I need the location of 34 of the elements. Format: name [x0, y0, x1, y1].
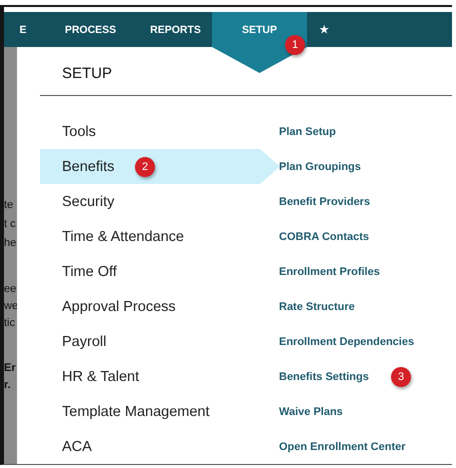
menu-category[interactable]: Template Management [40, 394, 260, 429]
nav-tab[interactable]: PROCESS [42, 12, 139, 47]
submenu-link[interactable]: Benefit Providers [279, 196, 370, 208]
menu-category[interactable]: Time Off [40, 254, 260, 289]
text-fragment: ee [4, 282, 17, 297]
step-badge: 3 [391, 367, 411, 387]
menu-category[interactable]: HR & Talent [40, 359, 260, 394]
tab-pointer-icon [212, 47, 307, 73]
menu-category[interactable]: Security [40, 184, 260, 219]
text-fragment: te [4, 198, 14, 213]
menu-category[interactable]: Payroll [40, 324, 260, 359]
menu-category[interactable]: Approval Process [40, 289, 260, 324]
menu-category[interactable]: Tools [40, 114, 260, 149]
menu-category[interactable]: Time & Attendance [40, 219, 260, 254]
selection-arrow-icon [260, 149, 280, 184]
submenu-link[interactable]: Enrollment Dependencies [279, 336, 414, 348]
nav-tab[interactable]: E [4, 12, 42, 47]
nav-tab[interactable]: ★ [307, 12, 342, 47]
submenu-link[interactable]: Plan Groupings [279, 160, 361, 172]
submenu-link[interactable]: Rate Structure [279, 300, 355, 312]
submenu-link[interactable]: Waive Plans [279, 406, 343, 418]
text-fragment: Er [4, 361, 17, 376]
submenu-link[interactable]: Plan Setup [279, 126, 336, 138]
text-fragment: tic [4, 316, 16, 331]
submenu-link[interactable]: Open Enrollment Center [279, 440, 406, 452]
submenu-link[interactable]: Benefits Settings [279, 370, 369, 382]
submenu-link[interactable]: COBRA Contacts [279, 230, 370, 242]
nav-tab[interactable]: REPORTS [139, 12, 212, 47]
menu-category[interactable]: ACA [40, 429, 260, 464]
text-fragment: r. [4, 378, 12, 393]
menu-title: SETUP [62, 65, 114, 82]
text-fragment: t c [4, 217, 17, 232]
text-fragment: he [4, 236, 17, 251]
submenu-link[interactable]: Enrollment Profiles [279, 266, 380, 278]
